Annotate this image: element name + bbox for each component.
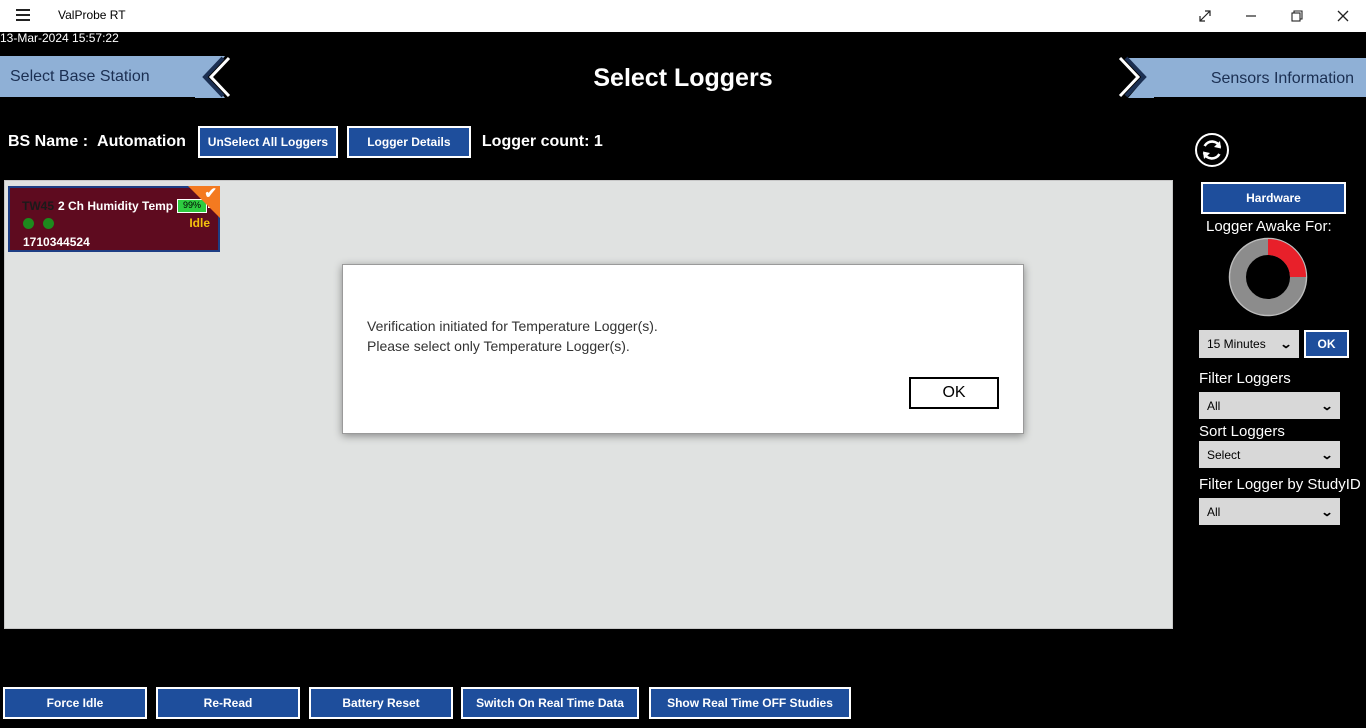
app-title: ValProbe RT xyxy=(58,8,126,22)
gauge-center xyxy=(1248,257,1288,297)
filter-loggers-value: All xyxy=(1207,398,1221,413)
filter-loggers-label: Filter Loggers xyxy=(1199,370,1291,387)
logger-count: Logger count: 1 xyxy=(481,133,603,150)
logger-awake-label: Logger Awake For: xyxy=(1206,218,1332,235)
title-bar: ValProbe RT xyxy=(0,0,1366,32)
chevron-down-icon: ⌄ xyxy=(1320,398,1334,413)
minimize-icon[interactable] xyxy=(1228,0,1274,32)
base-station-row: BS Name : Automation UnSelect All Logger… xyxy=(8,126,603,158)
battery-reset-button[interactable]: Battery Reset xyxy=(309,687,453,719)
unselect-all-loggers-button[interactable]: UnSelect All Loggers xyxy=(197,126,338,158)
hamburger-icon[interactable] xyxy=(16,9,30,21)
chevron-down-icon: ⌄ xyxy=(1320,504,1334,519)
re-read-button[interactable]: Re-Read xyxy=(156,687,300,719)
chevron-down-icon: ⌄ xyxy=(1279,337,1293,351)
restore-icon[interactable] xyxy=(1274,0,1320,32)
filter-study-label: Filter Logger by StudyID xyxy=(1199,476,1361,493)
message-dialog: Verification initiated for Temperature L… xyxy=(342,264,1024,434)
bs-name-label: BS Name : xyxy=(8,133,89,150)
bs-name-value: Automation xyxy=(97,133,186,150)
checkmark-icon: ✔ xyxy=(204,185,217,202)
channel-2-status-dot xyxy=(43,218,54,229)
sort-loggers-label: Sort Loggers xyxy=(1199,423,1285,440)
expand-icon[interactable] xyxy=(1182,0,1228,32)
refresh-icon[interactable] xyxy=(1195,133,1229,167)
filter-study-value: All xyxy=(1207,504,1221,519)
awake-duration-value: 15 Minutes xyxy=(1207,337,1266,351)
hardware-button[interactable]: Hardware xyxy=(1201,182,1346,214)
awake-ok-button[interactable]: OK xyxy=(1304,330,1349,358)
close-icon[interactable] xyxy=(1320,0,1366,32)
switch-on-real-time-data-button[interactable]: Switch On Real Time Data xyxy=(461,687,639,719)
dialog-line-1: Verification initiated for Temperature L… xyxy=(367,318,658,334)
awake-duration-select[interactable]: 15 Minutes ⌄ xyxy=(1199,330,1299,358)
awake-gauge xyxy=(1228,237,1308,317)
show-real-time-off-studies-button[interactable]: Show Real Time OFF Studies xyxy=(649,687,851,719)
sort-loggers-value: Select xyxy=(1207,447,1241,462)
logger-id: TW45 xyxy=(22,199,55,213)
filter-study-select[interactable]: All ⌄ xyxy=(1199,498,1340,525)
chevron-down-icon: ⌄ xyxy=(1320,447,1334,462)
sort-loggers-select[interactable]: Select ⌄ xyxy=(1199,441,1340,468)
timestamp: 13-Mar-2024 15:57:22 xyxy=(0,31,119,45)
logger-serial: 1710344524 xyxy=(23,235,90,249)
force-idle-button[interactable]: Force Idle xyxy=(3,687,147,719)
logger-details-button[interactable]: Logger Details xyxy=(346,126,471,158)
dialog-ok-button[interactable]: OK xyxy=(909,377,999,409)
logger-name: 2 Ch Humidity Temp xyxy=(58,199,174,213)
dialog-line-2: Please select only Temperature Logger(s)… xyxy=(367,338,630,354)
logger-status: Idle xyxy=(189,216,210,230)
dialog-message: Verification initiated for Temperature L… xyxy=(367,316,658,356)
nav-bar: Select Base Station Select Loggers Senso… xyxy=(0,56,1366,98)
filter-loggers-select[interactable]: All ⌄ xyxy=(1199,392,1340,419)
logger-card[interactable]: TW45 2 Ch Humidity Temp 99% ✔ Idle 17103… xyxy=(8,185,220,252)
sensors-information-link[interactable]: Sensors Information xyxy=(1148,58,1366,97)
channel-1-status-dot xyxy=(23,218,34,229)
